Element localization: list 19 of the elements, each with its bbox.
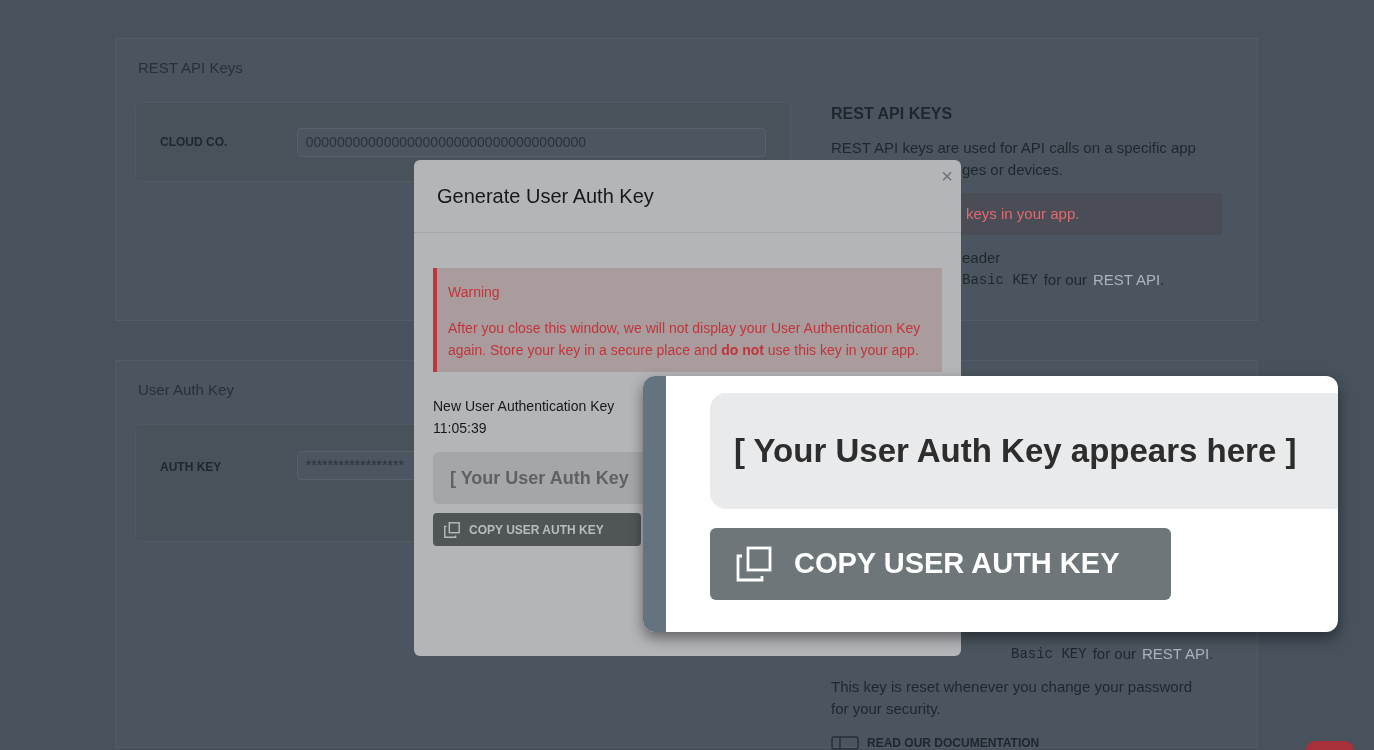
close-button[interactable]: × — [941, 166, 953, 186]
copy-icon — [734, 544, 774, 584]
rest-api-link[interactable]: REST API — [1142, 643, 1210, 665]
generated-label: New User Authentication Key — [433, 397, 615, 416]
key-field[interactable]: [ Your User Auth Key appears here ] — [710, 393, 1338, 509]
alert-text: keys in your app. — [966, 203, 1080, 224]
generated-time: 11:05:39 — [433, 419, 487, 438]
round-button[interactable] — [1306, 741, 1354, 750]
copy-button[interactable]: COPY USER AUTH KEY — [433, 513, 641, 546]
punctuation-text: . — [1209, 644, 1214, 664]
warning-title: Warning — [448, 283, 501, 302]
copy-button[interactable]: COPY USER AUTH KEY — [710, 528, 1171, 600]
dialog-title: Generate User Auth Key — [437, 184, 654, 209]
book-icon — [831, 736, 859, 750]
warning-text: After you close this window, we will not display your User Authentication Key again. Store your key in a secure place and do not use this key in your app. — [448, 319, 922, 360]
punctuation-text: . — [1160, 270, 1165, 290]
key-field[interactable]: [ Your User Auth Key — [433, 452, 643, 504]
copy-icon — [443, 520, 461, 539]
rest-api-link[interactable]: REST API — [1093, 269, 1161, 291]
